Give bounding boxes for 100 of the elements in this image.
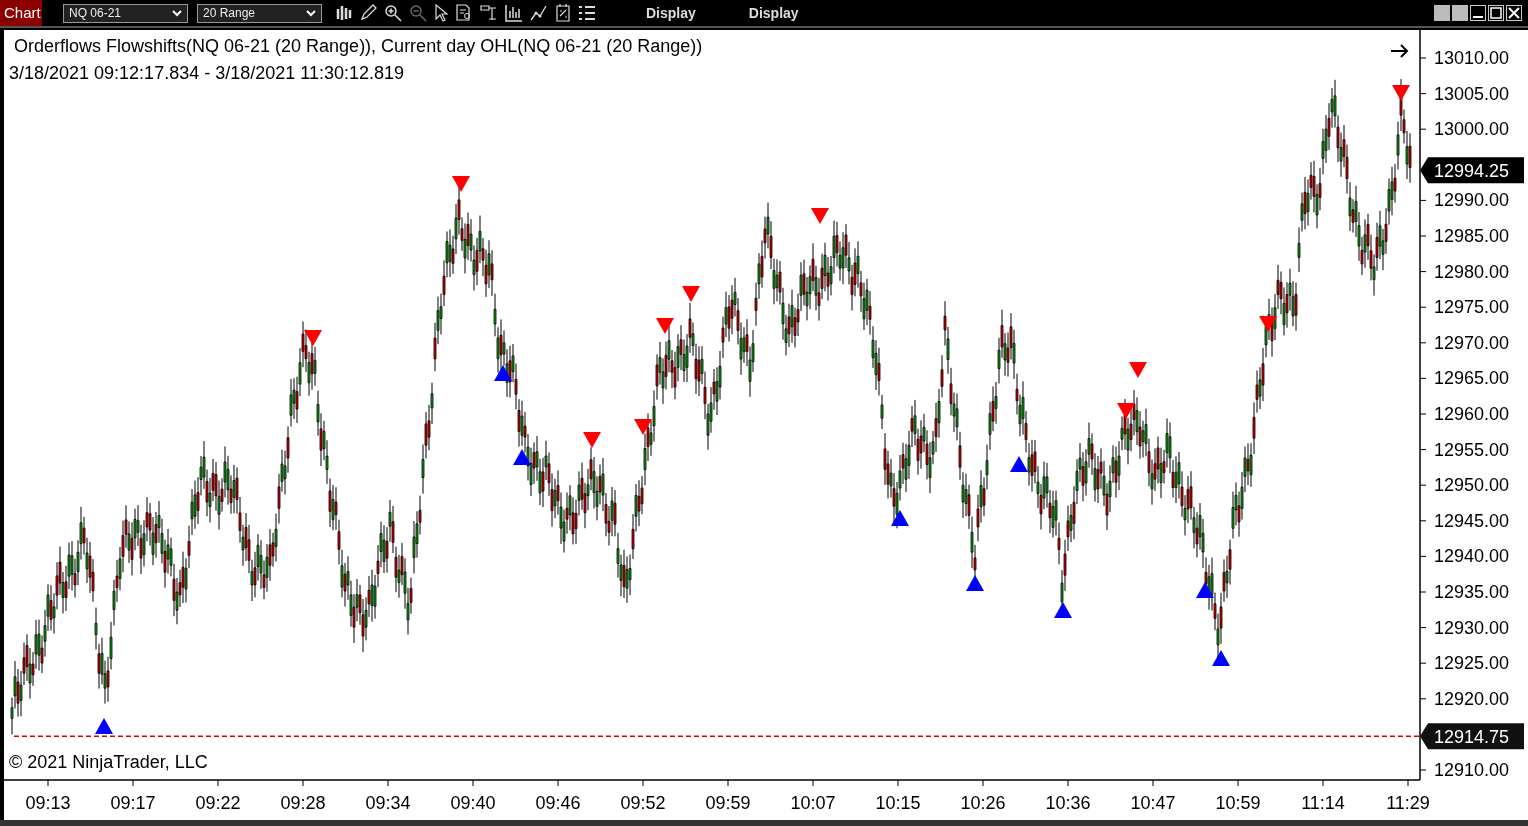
price-axis-label: 12980.00 — [1434, 261, 1510, 282]
up-triangle-icon — [966, 575, 984, 591]
time-axis-label: 09:28 — [280, 793, 326, 813]
down-triangle-icon — [452, 176, 470, 192]
document-search-icon[interactable] — [455, 4, 473, 22]
down-triangle-icon — [304, 330, 322, 346]
tick-mark — [1419, 271, 1427, 273]
tick-mark — [1067, 779, 1069, 787]
price-axis-label: 13010.00 — [1434, 48, 1510, 68]
up-triangle-icon — [1054, 602, 1072, 618]
time-axis-label: 11:29 — [1386, 793, 1430, 813]
down-triangle-icon — [1129, 362, 1147, 378]
price-axis-label: 12990.00 — [1434, 190, 1510, 211]
properties-icon[interactable] — [555, 4, 571, 22]
time-axis-label: 10:26 — [960, 793, 1006, 813]
time-axis-label: 09:13 — [25, 793, 71, 813]
tick-mark — [387, 779, 389, 787]
price-axis-label: 12985.00 — [1434, 226, 1510, 246]
tick-mark — [1419, 449, 1427, 451]
line-chart-icon[interactable] — [530, 4, 548, 22]
chart-tab[interactable]: Chart — [0, 0, 42, 26]
low-price-label: 12914.75 — [1420, 723, 1524, 750]
tick-mark — [1419, 555, 1427, 557]
tick-mark — [217, 779, 219, 787]
zoom-out-icon[interactable] — [409, 4, 427, 22]
time-axis-label: 10:59 — [1215, 793, 1261, 813]
down-triangle-icon — [1392, 85, 1410, 101]
maximize-icon[interactable] — [1488, 5, 1504, 21]
minimize-icon[interactable] — [1470, 5, 1486, 21]
bars-icon[interactable] — [336, 5, 352, 21]
tick-mark — [1419, 128, 1427, 130]
time-axis-label: 09:22 — [195, 793, 241, 813]
time-axis-label: 09:46 — [535, 793, 581, 813]
tick-mark — [1419, 93, 1427, 95]
window-tile-button[interactable] — [1452, 5, 1468, 21]
time-axis-label: 10:15 — [875, 793, 921, 813]
tick-mark — [1419, 520, 1427, 522]
price-axis-label: 12965.00 — [1434, 368, 1510, 389]
chevron-down-icon — [306, 9, 316, 17]
copyright-text: © 2021 NinjaTrader, LLC — [9, 752, 208, 772]
tick-mark — [1419, 769, 1427, 771]
tick-mark — [1419, 342, 1427, 344]
chevron-down-icon — [172, 9, 182, 17]
down-triangle-icon — [656, 318, 674, 334]
down-triangle-icon — [811, 208, 829, 224]
instrument-dropdown[interactable]: NQ 06-21 — [63, 3, 188, 23]
tick-mark — [1152, 779, 1154, 787]
tick-mark — [1419, 698, 1427, 700]
up-triangle-icon — [95, 718, 113, 734]
price-axis-label: 12955.00 — [1434, 439, 1510, 460]
up-triangle-icon — [1196, 582, 1214, 598]
tick-mark — [812, 779, 814, 787]
tick-mark — [1419, 57, 1427, 59]
price-axis-label: 13005.00 — [1434, 83, 1510, 104]
close-icon[interactable] — [1506, 5, 1522, 21]
tick-mark — [1419, 235, 1427, 237]
price-axis-label: 12960.00 — [1434, 404, 1510, 424]
bar-chart-icon[interactable] — [505, 4, 523, 22]
tick-mark — [1322, 779, 1324, 787]
price-axis-label: 12970.00 — [1434, 332, 1510, 353]
price-axis-label: 12945.00 — [1434, 510, 1510, 531]
price-axis-label: 12910.00 — [1434, 760, 1510, 780]
last-price-label: 12994.25 — [1420, 157, 1524, 184]
time-axis-label: 09:17 — [110, 793, 156, 813]
price-axis-label: 12940.00 — [1434, 546, 1510, 567]
price-axis-label: 12975.00 — [1434, 297, 1510, 318]
price-axis-label: 12925.00 — [1434, 653, 1510, 674]
tick-mark — [472, 779, 474, 787]
tick-mark — [302, 779, 304, 787]
layout-icon[interactable] — [480, 4, 498, 22]
price-axis-label: 12930.00 — [1434, 617, 1510, 638]
up-triangle-icon — [1010, 456, 1028, 472]
down-triangle-icon — [1117, 403, 1135, 419]
tick-mark — [982, 779, 984, 787]
up-triangle-icon — [513, 449, 531, 465]
time-axis-label: 09:52 — [620, 793, 666, 813]
display-menu[interactable]: Display — [646, 5, 696, 21]
tick-mark — [897, 779, 899, 787]
tick-mark — [1407, 779, 1409, 787]
date-range: 3/18/2021 09:12:17.834 - 3/18/2021 11:30:12.819 — [9, 63, 404, 83]
window-tile-button[interactable] — [1434, 5, 1450, 21]
arrow-right-icon[interactable] — [1390, 44, 1409, 58]
interval-dropdown[interactable]: 20 Range — [197, 3, 322, 23]
list-icon[interactable] — [578, 4, 596, 22]
zoom-in-icon[interactable] — [384, 4, 402, 22]
tick-mark — [557, 779, 559, 787]
display-menu[interactable]: Display — [748, 5, 799, 21]
cursor-icon[interactable] — [434, 4, 448, 22]
tick-mark — [1419, 484, 1427, 486]
tick-mark — [1419, 199, 1427, 201]
tick-mark — [1419, 377, 1427, 379]
down-triangle-icon — [682, 286, 700, 302]
down-triangle-icon — [634, 419, 652, 435]
tick-mark — [1419, 591, 1427, 593]
up-triangle-icon — [891, 510, 909, 526]
price-axis-label: 12935.00 — [1434, 582, 1510, 602]
price-axis-label: 12950.00 — [1434, 475, 1510, 496]
down-triangle-icon — [583, 432, 601, 448]
pencil-icon[interactable] — [359, 4, 377, 22]
tick-mark — [1237, 779, 1239, 787]
